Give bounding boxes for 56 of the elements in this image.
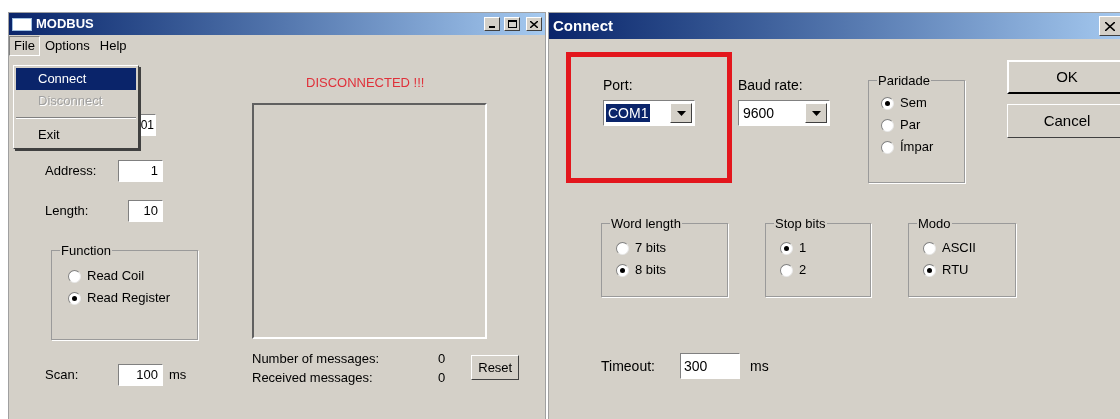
radio-button[interactable] [881, 118, 894, 132]
input-field[interactable]: 1 [118, 160, 163, 182]
menu-item[interactable]: Options [39, 36, 95, 56]
menu-entry[interactable]: Connect [16, 68, 136, 90]
radio-label: 8 bits [635, 261, 667, 280]
dialog-button[interactable]: Cancel [1007, 104, 1120, 138]
counter-label: Received messages: [252, 368, 374, 387]
radio-label: Sem [900, 94, 927, 113]
radio-label: ASCII [942, 239, 976, 258]
menu-item[interactable]: Help [94, 36, 132, 56]
counter-label: Number of messages: [252, 349, 381, 368]
field-label: Scan: [45, 366, 80, 385]
connection-status: DISCONNECTED !!! [306, 74, 426, 92]
radio-button[interactable] [780, 263, 793, 277]
dialog-title: Connect [553, 15, 613, 36]
radio-label: RTU [942, 261, 969, 280]
radio-label: Par [900, 116, 921, 135]
field-label: Address: [45, 162, 98, 181]
input-field[interactable]: 10 [128, 200, 163, 222]
radio-label: 2 [799, 261, 807, 280]
unit-label: ms [750, 356, 769, 376]
counter-value: 0 [438, 368, 446, 387]
field-label: Length: [45, 202, 90, 221]
radio-button[interactable] [881, 140, 894, 154]
radio-button[interactable] [616, 263, 629, 277]
close-icon[interactable] [1099, 16, 1120, 36]
radio-label: 1 [799, 239, 807, 258]
input-field[interactable]: 100 [118, 364, 163, 386]
radio-label: Ímpar [900, 138, 934, 157]
reset-button[interactable]: Reset [471, 355, 520, 380]
dialog-button[interactable]: OK [1007, 60, 1120, 94]
field-label: Port: [603, 76, 634, 95]
unit-label: ms [169, 366, 187, 385]
minimize-icon[interactable] [484, 17, 500, 31]
radio-button[interactable] [923, 241, 936, 255]
dropdown[interactable]: 9600 [738, 100, 830, 126]
radio-button[interactable] [616, 241, 629, 255]
radio-button[interactable] [881, 96, 894, 110]
input-field[interactable]: 300 [680, 353, 740, 379]
counter-value: 0 [438, 349, 446, 368]
radio-label: Read Coil [87, 267, 145, 286]
radio-button[interactable] [923, 263, 936, 277]
menu-item[interactable]: File [9, 36, 40, 56]
radio-button[interactable] [68, 291, 81, 305]
radio-button[interactable] [68, 269, 81, 283]
menu-entry[interactable]: Exit [16, 124, 136, 146]
radio-label: 7 bits [635, 239, 667, 258]
close-icon[interactable] [526, 17, 542, 31]
maximize-icon[interactable] [504, 17, 520, 31]
radio-button[interactable] [780, 241, 793, 255]
field-label: Baud rate: [738, 76, 804, 95]
dropdown[interactable]: COM1 [603, 100, 695, 126]
app-icon [12, 17, 32, 31]
radio-label: Read Register [87, 289, 171, 308]
field-label: Timeout: [601, 356, 656, 376]
window-title: MODBUS [36, 15, 94, 34]
